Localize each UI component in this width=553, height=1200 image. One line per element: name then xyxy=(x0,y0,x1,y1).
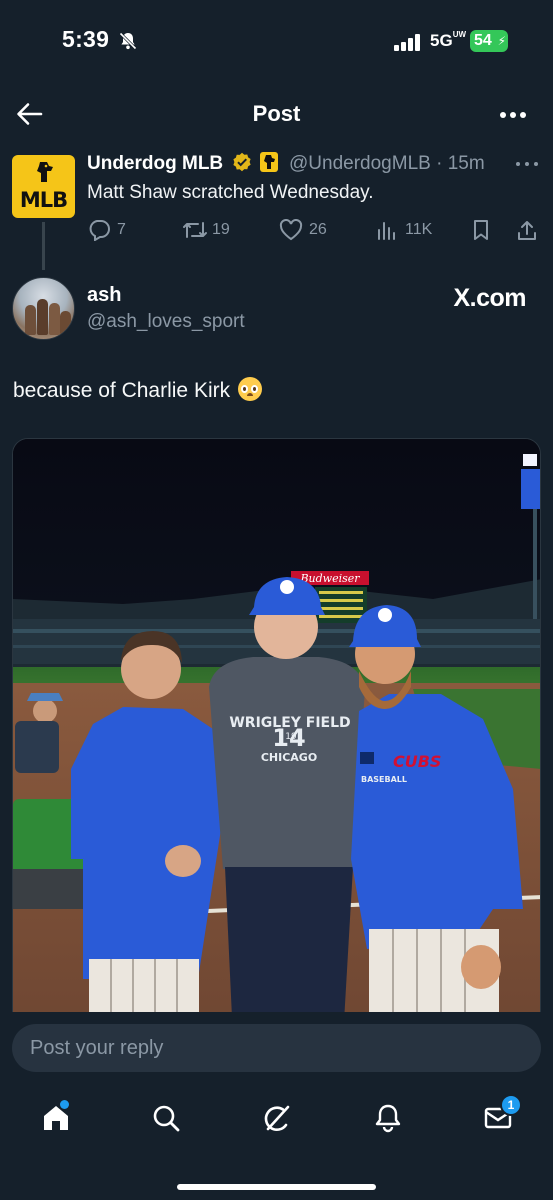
page-title: Post xyxy=(252,101,301,126)
quoted-tweet-actions: 7 19 26 11K xyxy=(87,217,547,243)
tab-bar: 1 xyxy=(0,1092,553,1152)
scoreboard-sign: Budweiser xyxy=(299,572,360,585)
bell-slash-icon xyxy=(119,32,137,50)
pleading-face-emoji xyxy=(237,377,262,401)
xcom-watermark: X.com xyxy=(453,284,526,312)
quoted-tweet-header: Underdog MLB @UnderdogMLB · 15m xyxy=(87,152,485,175)
share-icon xyxy=(518,221,536,240)
home-indicator[interactable] xyxy=(177,1184,376,1190)
network-label: 5GUW xyxy=(430,30,467,51)
reply-count: 7 xyxy=(117,221,126,238)
post-header: Post xyxy=(0,88,553,140)
quoted-author-name[interactable]: Underdog MLB xyxy=(87,153,223,174)
more-horizontal-icon[interactable] xyxy=(500,112,528,118)
grok-icon xyxy=(264,1105,290,1131)
status-bar: 5:39 5GUW 54 ⚡ xyxy=(0,0,553,84)
underdog-dog-logo-icon xyxy=(37,162,53,182)
post-photo[interactable]: Budweiser WRIGLEY FIELD 19 14 CHICAGO CU… xyxy=(12,438,541,1038)
thread-line xyxy=(42,222,45,270)
author-handle[interactable]: @ash_loves_sport xyxy=(87,311,245,333)
author-name[interactable]: ash xyxy=(87,284,121,307)
quoted-more-icon[interactable] xyxy=(516,162,538,166)
affiliate-badge-icon xyxy=(259,152,278,172)
search-icon xyxy=(153,1105,180,1132)
post-text: because of Charlie Kirk xyxy=(13,377,262,403)
jersey-subtext: BASEBALL xyxy=(361,775,407,784)
underdog-mlb-avatar[interactable]: MLB xyxy=(12,155,75,218)
ballpark-photo: Budweiser WRIGLEY FIELD 19 14 CHICAGO CU… xyxy=(13,439,540,1037)
like-count: 26 xyxy=(309,221,327,238)
home-notification-dot xyxy=(60,1100,69,1109)
quoted-handle-time: @UnderdogMLB · 15m xyxy=(289,153,485,174)
shirt-number: 14 xyxy=(272,724,305,752)
jersey-text: CUBS xyxy=(393,752,441,771)
analytics-icon xyxy=(378,222,395,240)
reply-icon xyxy=(89,220,110,241)
signal-bars-icon xyxy=(394,33,422,51)
avatar-text: MLB xyxy=(19,188,68,212)
tab-notifications[interactable] xyxy=(368,1098,408,1138)
tab-grok[interactable] xyxy=(257,1098,297,1138)
retweet-icon xyxy=(183,222,207,238)
view-count: 11K xyxy=(405,221,433,238)
shirt-text-line2: CHICAGO xyxy=(261,751,317,764)
tab-home[interactable] xyxy=(36,1098,76,1138)
bookmark-icon xyxy=(474,220,488,240)
quoted-tweet[interactable]: MLB Underdog MLB @UnderdogMLB · 15m Matt… xyxy=(0,150,553,250)
bottom-area: Post your reply 1 xyxy=(0,1012,553,1200)
heart-icon xyxy=(279,219,303,241)
notifications-icon xyxy=(375,1104,401,1133)
tab-messages[interactable]: 1 xyxy=(478,1094,522,1138)
quoted-tweet-text: Matt Shaw scratched Wednesday. xyxy=(87,182,374,203)
reply-input[interactable]: Post your reply xyxy=(12,1024,541,1072)
status-time: 5:39 xyxy=(62,26,110,52)
battery-level: 54 xyxy=(474,32,492,49)
retweet-count: 19 xyxy=(212,221,230,238)
post-text-content: because of Charlie Kirk xyxy=(13,379,231,402)
verified-badge-icon xyxy=(233,152,252,172)
messages-badge: 1 xyxy=(500,1094,522,1116)
battery-charging-icon: 54 ⚡ xyxy=(470,30,508,52)
ash-avatar[interactable] xyxy=(12,277,75,340)
post-author: ash @ash_loves_sport X.com xyxy=(0,276,553,346)
tab-search[interactable] xyxy=(146,1098,186,1138)
